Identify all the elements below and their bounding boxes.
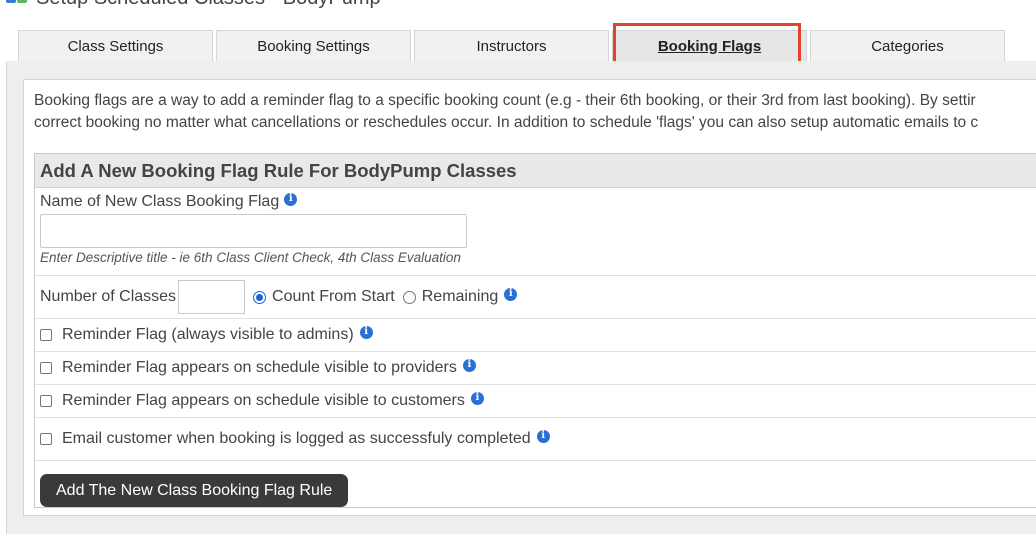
new-flag-rule-form: Add A New Booking Flag Rule For BodyPump… [34, 153, 1036, 508]
checkbox-row-email: Email customer when booking is logged as… [35, 418, 1036, 461]
flag-name-row: Name of New Class Booking Flag i Enter D… [35, 188, 1036, 276]
info-icon[interactable]: i [462, 358, 476, 372]
intro-text: Booking flags are a way to add a reminde… [34, 90, 1036, 134]
tab-booking-flags[interactable]: Booking Flags [612, 30, 807, 61]
info-icon[interactable]: i [470, 391, 484, 405]
tab-bar: Class Settings Booking Settings Instruct… [18, 30, 1036, 61]
remaining-label: Remaining [421, 288, 499, 305]
email-customer-label: Email customer when booking is logged as… [62, 430, 531, 447]
content-panel: Booking flags are a way to add a reminde… [6, 61, 1036, 534]
flag-name-hint: Enter Descriptive title - ie 6th Class C… [40, 250, 461, 265]
add-flag-rule-button[interactable]: Add The New Class Booking Flag Rule [40, 474, 349, 507]
providers-flag-checkbox[interactable] [40, 362, 52, 374]
flag-name-label: Name of New Class Booking Flag [40, 193, 280, 210]
checkbox-row-admin: Reminder Flag (always visible to admins)… [35, 319, 1036, 352]
count-from-start-radio[interactable] [253, 290, 267, 304]
page-title: Setup Scheduled Classes - BodyPump [36, 0, 381, 10]
providers-flag-label: Reminder Flag appears on schedule visibl… [62, 359, 457, 376]
tab-booking-settings[interactable]: Booking Settings [216, 30, 411, 61]
admin-flag-checkbox[interactable] [40, 329, 52, 341]
count-from-start-label: Count From Start [272, 288, 395, 305]
number-of-classes-label: Number of Classes [40, 288, 177, 305]
customers-flag-label: Reminder Flag appears on schedule visibl… [62, 392, 465, 409]
tab-categories[interactable]: Categories [810, 30, 1005, 61]
checkbox-row-providers: Reminder Flag appears on schedule visibl… [35, 352, 1036, 385]
number-of-classes-row: Number of Classes Count From Start Remai… [35, 276, 1036, 319]
intro-line-2: correct booking no matter what cancellat… [34, 114, 979, 131]
intro-line-1: Booking flags are a way to add a reminde… [34, 92, 976, 109]
remaining-radio[interactable] [402, 290, 416, 304]
info-icon[interactable]: i [504, 287, 518, 301]
number-of-classes-line: Number of Classes Count From Start Remai… [40, 280, 518, 314]
email-customer-checkbox[interactable] [40, 433, 52, 445]
customers-flag-checkbox[interactable] [40, 395, 52, 407]
checkbox-row-customers: Reminder Flag appears on schedule visibl… [35, 385, 1036, 418]
tab-instructors[interactable]: Instructors [414, 30, 609, 61]
form-title: Add A New Booking Flag Rule For BodyPump… [35, 154, 1036, 188]
app-logo-icon [6, 0, 28, 7]
info-icon[interactable]: i [359, 325, 373, 339]
info-icon[interactable]: i [536, 429, 550, 443]
page-header: Setup Scheduled Classes - BodyPump [6, 0, 381, 10]
info-icon[interactable]: i [284, 192, 298, 206]
admin-flag-label: Reminder Flag (always visible to admins) [62, 326, 354, 343]
flag-name-input[interactable] [40, 214, 467, 248]
content-card: Booking flags are a way to add a reminde… [23, 79, 1036, 516]
number-of-classes-input[interactable] [178, 280, 246, 314]
flag-name-label-line: Name of New Class Booking Flag i [40, 192, 1036, 211]
tab-class-settings[interactable]: Class Settings [18, 30, 213, 61]
